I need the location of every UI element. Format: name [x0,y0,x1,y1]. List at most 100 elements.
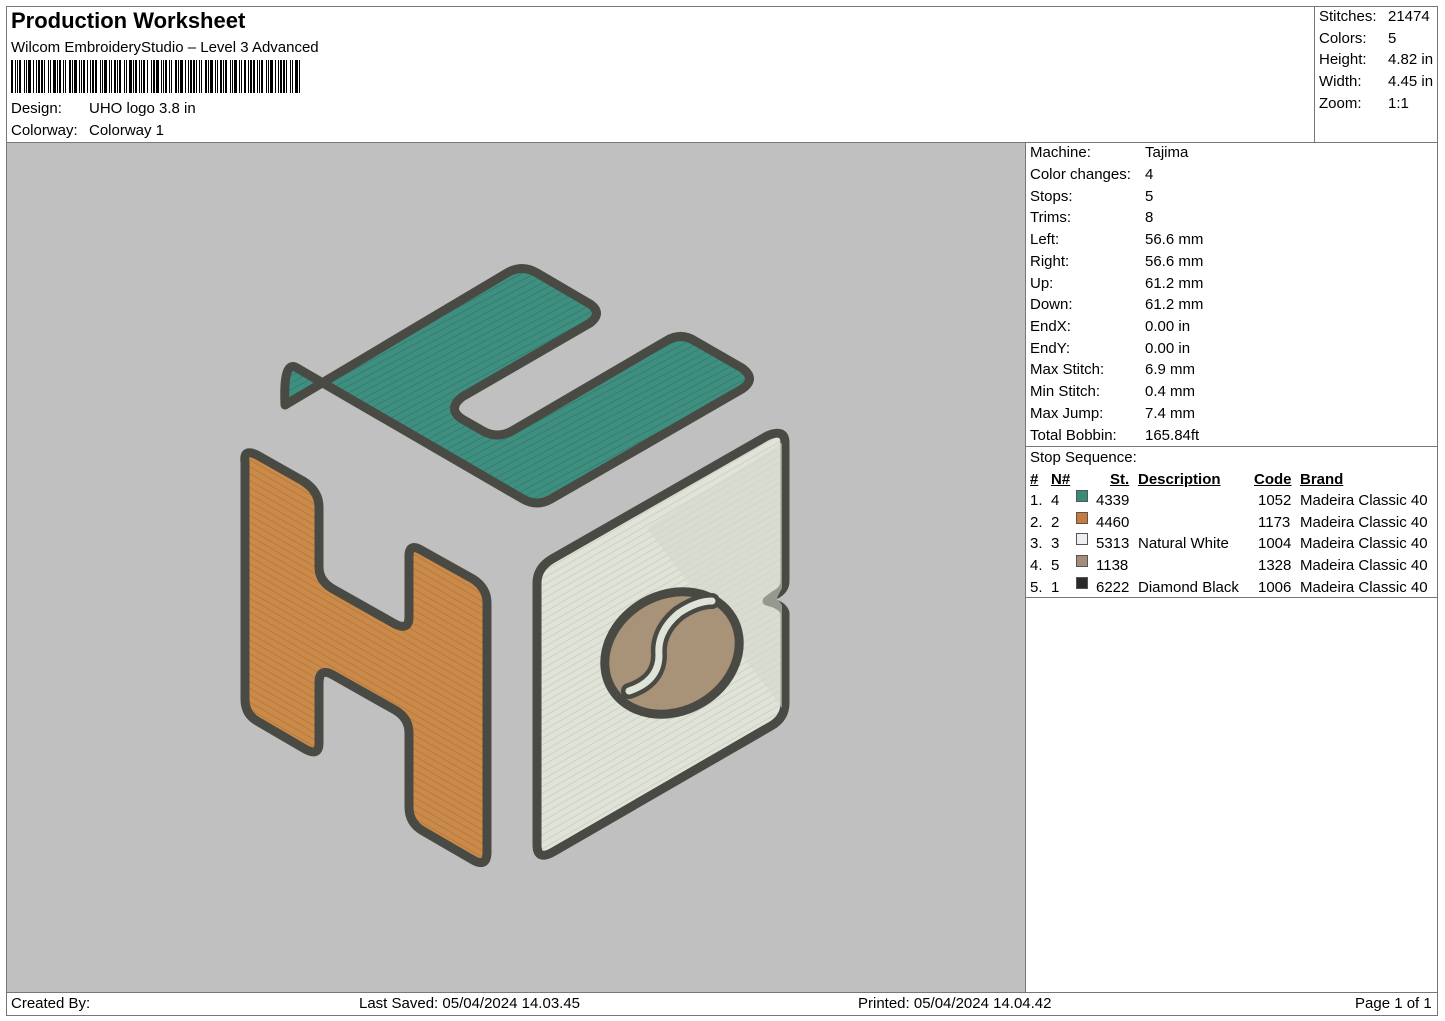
barcode-bar [87,60,88,93]
row-2-num: 2. [1030,514,1043,531]
barcode-bar [100,60,101,93]
stat-height-label: Height: [1319,51,1367,68]
row-5-n: 1 [1051,579,1060,596]
barcode-bar [185,60,186,93]
barcode-bar [196,60,197,93]
down-label: Down: [1030,296,1073,313]
barcode-bar [270,60,273,93]
barcode-bar [261,60,263,93]
barcode-bar [230,60,231,93]
barcode-bar [50,60,51,93]
row-4-n: 5 [1051,557,1060,574]
colorway-value: Colorway 1 [89,122,165,139]
info-divider [1026,446,1438,447]
stat-zoom-label: Zoom: [1319,95,1362,112]
barcode-bar [63,60,64,93]
barcode-bar [83,60,85,93]
barcode-bar [241,60,242,93]
barcode-bar [220,60,222,93]
row-4-st: 1138 [1096,557,1129,574]
barcode-bar [280,60,282,93]
max-stitch-label: Max Stitch: [1030,361,1105,378]
barcode-bar [199,60,200,93]
barcode-bar [257,60,258,93]
endy-value: 0.00 in [1145,340,1191,357]
row-3-desc: Natural White [1138,535,1229,552]
barcode-bar [92,60,94,93]
row-4-brand: Madeira Classic 40 [1300,557,1428,574]
barcode-bar [102,60,103,93]
barcode-bar [210,60,213,93]
barcode-bar [135,60,137,93]
stat-stitches-value: 21474 [1388,8,1430,25]
barcode-bar [79,60,80,93]
barcode-bar [65,60,66,93]
stat-colors-value: 5 [1388,30,1397,47]
worksheet-title: Production Worksheet [11,8,246,33]
barcode-bar [292,60,293,93]
row-2-n: 2 [1051,514,1060,531]
right-value: 56.6 mm [1145,253,1204,270]
trims-value: 8 [1145,209,1154,226]
color-changes-label: Color changes: [1030,166,1131,183]
max-jump-value: 7.4 mm [1145,405,1196,422]
barcode-bar [95,60,97,93]
stops-value: 5 [1145,188,1154,205]
barcode [11,60,303,93]
barcode-bar [268,60,269,93]
stat-height-value: 4.82 in [1388,51,1434,68]
row-3-brand: Madeira Classic 40 [1300,535,1428,552]
row-1-num: 1. [1030,492,1043,509]
letter-h-face [240,448,492,868]
barcode-bar [299,60,300,93]
barcode-bar [193,60,195,93]
barcode-bar [44,60,45,93]
stops-label: Stops: [1030,188,1073,205]
barcode-bar [124,60,125,93]
barcode-bar [24,60,25,93]
row-5-num: 5. [1030,579,1043,596]
trims-label: Trims: [1030,209,1072,226]
row-5-code: 1006 [1258,579,1292,596]
barcode-bar [57,60,58,93]
col-header-brand: Brand [1300,471,1344,488]
col-header-desc: Description [1138,471,1221,488]
created-by: Created By: [11,995,91,1012]
barcode-bar [208,60,209,93]
barcode-bar [81,60,82,93]
barcode-bar [28,60,31,93]
endx-value: 0.00 in [1145,318,1191,335]
right-label: Right: [1030,253,1070,270]
row-2-code: 1173 [1258,514,1291,531]
panel-divider [1025,143,1026,992]
barcode-bar [217,60,218,93]
barcode-bar [239,60,240,93]
col-header-n: N# [1051,471,1071,488]
min-stitch-label: Min Stitch: [1030,383,1101,400]
barcode-bar [143,60,145,93]
page-number: Page 1 of 1 [1355,995,1432,1012]
barcode-bar [33,60,34,93]
barcode-bar [190,60,192,93]
barcode-bar [11,60,13,93]
barcode-bar [129,60,132,93]
barcode-bar [275,60,276,93]
up-value: 61.2 mm [1145,275,1204,292]
barcode-bar [36,60,37,93]
row-2-brand: Madeira Classic 40 [1300,514,1428,531]
left-value: 56.6 mm [1145,231,1204,248]
barcode-bar [38,60,40,93]
colorway-label: Colorway: [11,122,78,139]
barcode-bar [26,60,27,93]
barcode-bar [171,60,172,93]
barcode-bar [41,60,43,93]
barcode-bar [141,60,142,93]
row-1-brand: Madeira Classic 40 [1300,492,1428,509]
table-divider [1026,597,1438,598]
software-name: Wilcom EmbroideryStudio – Level 3 Advanc… [11,39,319,56]
stat-width-label: Width: [1319,73,1362,90]
row-4-swatch [1076,555,1088,567]
total-bobbin-value: 165.84ft [1145,427,1200,444]
barcode-bar [119,60,121,93]
barcode-bar [205,60,207,93]
